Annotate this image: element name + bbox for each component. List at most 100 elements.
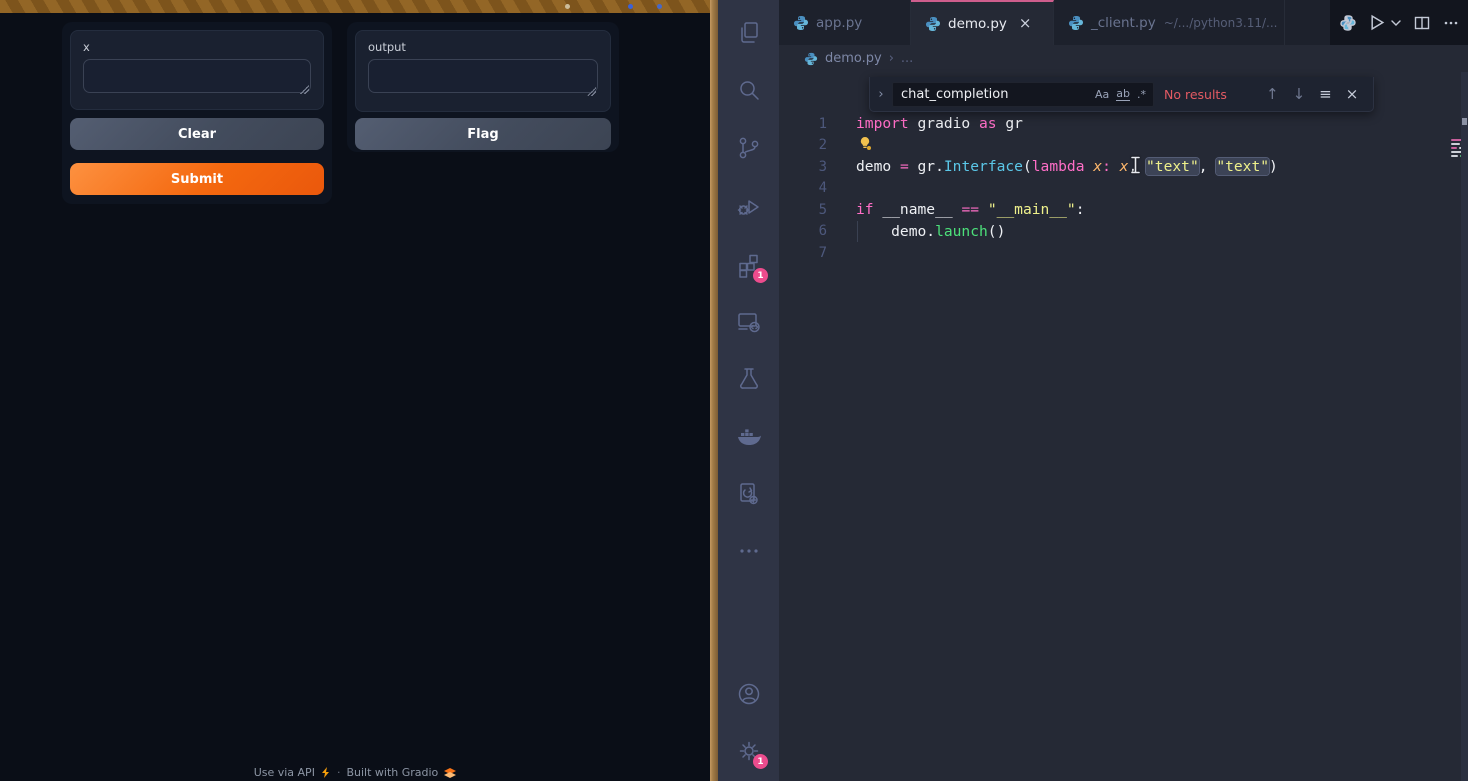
breadcrumb: demo.py › ... [779, 45, 1468, 72]
more-views-icon[interactable] [735, 537, 763, 565]
chrome-dot [628, 4, 633, 9]
line-number: 6 [779, 223, 827, 239]
account-icon[interactable] [735, 680, 763, 708]
find-in-selection-icon[interactable]: ≡ [1319, 85, 1332, 103]
extensions-icon[interactable]: 1 [735, 251, 763, 279]
mouse-text-cursor-icon [1131, 156, 1140, 178]
use-via-api-link[interactable]: Use via API [254, 766, 315, 779]
regex-icon[interactable]: .* [1137, 88, 1146, 101]
tab-app-py[interactable]: app.py [779, 0, 911, 45]
gradio-browser-pane: x Clear Submit output Flag Use via API ·… [0, 0, 710, 781]
test-beaker-icon[interactable] [735, 365, 763, 393]
token-param: x [1084, 158, 1102, 175]
settings-gear-icon[interactable]: 1 [735, 737, 763, 765]
token-kw: as [979, 115, 997, 132]
tab-label: app.py [816, 15, 862, 31]
code-lines: 1import gradio as gr 2 3demo = gr.Interfac… [779, 113, 1454, 264]
footer-separator: · [337, 766, 341, 779]
gradio-footer: Use via API · Built with Gradio [0, 766, 710, 779]
clear-button[interactable]: Clear [70, 118, 324, 150]
tab-client-py[interactable]: _client.py ~/.../python3.11/... [1054, 0, 1285, 45]
code-line[interactable]: 1import gradio as gr [779, 113, 1454, 135]
token-fg [979, 201, 988, 218]
explorer-icon[interactable] [735, 19, 763, 47]
previous-match-icon[interactable]: ↑ [1266, 85, 1279, 103]
token-fg: gr [997, 115, 1023, 132]
close-find-icon[interactable]: × [1346, 85, 1359, 103]
submit-button[interactable]: Submit [70, 163, 324, 195]
input-label: x [83, 40, 311, 54]
resize-grip-icon[interactable] [587, 87, 596, 96]
tab-close-icon[interactable]: × [1019, 16, 1032, 31]
breadcrumb-separator: › [889, 51, 894, 66]
match-case-icon[interactable]: Aa [1095, 88, 1109, 101]
token-kw: = [900, 158, 909, 175]
token-strhl: "text" [1146, 158, 1199, 175]
output-textarea[interactable] [368, 59, 598, 93]
code-text: import gradio as gr [856, 115, 1023, 132]
token-cls: Interface [944, 158, 1023, 175]
remote-explorer-icon[interactable] [735, 308, 763, 336]
whole-word-icon[interactable]: ab [1116, 87, 1130, 101]
docker-icon[interactable] [735, 423, 763, 451]
tab-label: demo.py [948, 16, 1007, 32]
source-control-icon[interactable] [735, 134, 763, 162]
input-column: x Clear Submit [62, 22, 332, 204]
built-with-gradio-link[interactable]: Built with Gradio [346, 766, 438, 779]
remote-repositories-icon[interactable] [735, 480, 763, 508]
tab-label: _client.py [1091, 15, 1156, 31]
toggle-replace-chevron-icon[interactable]: › [870, 87, 892, 102]
editor-tab-bar: app.py demo.py × _client.py ~/.../python… [779, 0, 1468, 45]
code-line[interactable]: 4 [779, 178, 1454, 200]
token-fg: demo. [856, 223, 935, 240]
code-text: if __name__ == "__main__": [856, 201, 1085, 218]
output-label: output [368, 40, 598, 54]
run-debug-icon[interactable] [735, 193, 763, 221]
run-dropdown-chevron-icon[interactable] [1391, 19, 1401, 27]
output-column: output Flag [347, 22, 619, 152]
next-match-icon[interactable]: ↓ [1293, 85, 1306, 103]
split-editor-icon[interactable] [1414, 15, 1430, 31]
window-divider[interactable] [710, 0, 718, 781]
extensions-badge: 1 [753, 268, 768, 283]
browser-chrome-bar [0, 0, 710, 13]
token-fg: gradio [909, 115, 979, 132]
python-file-icon [925, 16, 941, 32]
breadcrumb-more[interactable]: ... [901, 51, 913, 66]
code-line[interactable]: 6 demo.launch() [779, 221, 1454, 243]
tab-demo-py[interactable]: demo.py × [911, 0, 1054, 45]
code-line[interactable]: 2 [779, 135, 1454, 157]
search-icon[interactable] [735, 77, 763, 105]
token-strhl: "text" [1216, 158, 1269, 175]
breadcrumb-file[interactable]: demo.py [825, 51, 882, 66]
flag-button[interactable]: Flag [355, 118, 611, 150]
token-str: "__main__" [988, 201, 1076, 218]
run-python-file-icon[interactable] [1369, 14, 1386, 31]
token-kw: if [856, 201, 874, 218]
code-line[interactable]: 3demo = gr.Interface(lambda x: x, "text"… [779, 156, 1454, 178]
code-action-lightbulb-icon[interactable] [858, 136, 873, 151]
resize-grip-icon[interactable] [300, 85, 309, 94]
token-fn: launch [935, 223, 988, 240]
editor-actions [1330, 0, 1468, 45]
find-input[interactable]: chat_completion Aa ab .* [892, 82, 1154, 107]
scrollbar-marker [1462, 118, 1467, 125]
api-bolt-icon [321, 767, 331, 778]
code-line[interactable]: 5if __name__ == "__main__": [779, 199, 1454, 221]
settings-badge: 1 [753, 754, 768, 769]
line-number: 2 [779, 137, 827, 153]
token-fg: : [1076, 201, 1085, 218]
more-actions-icon[interactable] [1443, 15, 1459, 31]
editor-scrollbar[interactable] [1461, 72, 1468, 781]
input-textarea[interactable] [83, 59, 311, 93]
token-fg: demo [856, 158, 900, 175]
find-results-text: No results [1164, 87, 1252, 102]
python-file-icon [1068, 15, 1084, 31]
activity-bar: 1 1 [718, 0, 779, 781]
code-editor[interactable]: 1import gradio as gr 2 3demo = gr.Interfac… [779, 72, 1468, 781]
vscode-window: 1 1 app.py demo.py [718, 0, 1468, 781]
python-interpreter-icon[interactable] [1340, 15, 1356, 31]
python-file-icon [793, 15, 809, 31]
code-line[interactable]: 7 [779, 242, 1454, 264]
find-input-value[interactable]: chat_completion [893, 87, 1095, 102]
